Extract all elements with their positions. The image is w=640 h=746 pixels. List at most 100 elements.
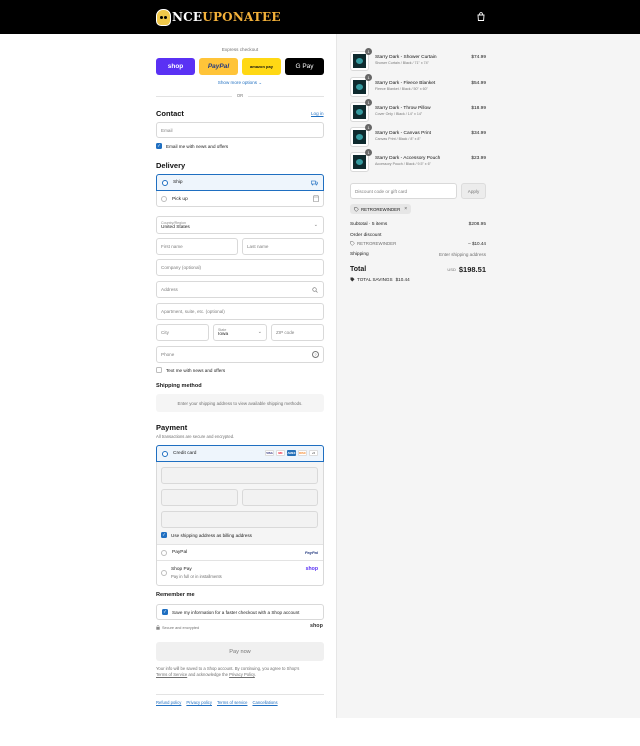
radio-selected-icon[interactable] — [162, 450, 168, 457]
country-select[interactable]: Country/Region United States ⌄ — [156, 216, 324, 234]
truck-icon — [311, 180, 318, 186]
quantity-badge: 1 — [365, 99, 372, 106]
product-title: Starry Dark - Accessory Pouch — [375, 156, 441, 161]
refund-policy-link[interactable]: Refund policy — [156, 700, 181, 705]
shop-logo: shop — [305, 566, 318, 572]
last-name-field[interactable]: Last name — [242, 238, 324, 255]
checkbox-checked-icon[interactable]: ✓ — [156, 143, 162, 149]
product-price: $23.99 — [471, 156, 486, 161]
quantity-badge: 1 — [365, 48, 372, 55]
payment-subtitle: All transactions are secure and encrypte… — [156, 434, 235, 439]
product-price: $18.99 — [471, 106, 486, 111]
line-item: 1 Starry Dark - Shower Curtain Shower Cu… — [350, 48, 486, 73]
terms-of-service-link[interactable]: Terms of Service — [156, 672, 187, 677]
line-item: 1 Starry Dark - Accessory Pouch Accessor… — [350, 149, 486, 174]
google-pay-button[interactable]: G Pay — [285, 58, 324, 75]
email-news-checkbox-row[interactable]: ✓ Email me with news and offers — [156, 143, 228, 149]
shop-pay-button[interactable]: shop — [156, 58, 195, 75]
product-variant: Accessory Pouch / Black / 9.5" x 6" — [375, 162, 431, 166]
ship-option[interactable]: Ship — [156, 174, 324, 191]
apply-button[interactable]: Apply — [461, 183, 486, 199]
product-variant: Fleece Blanket / Black / 50" x 60" — [375, 87, 428, 91]
lock-icon — [156, 625, 160, 630]
shipping-label: Shipping — [350, 252, 369, 257]
amazon-pay-button[interactable]: amazon pay — [242, 58, 281, 75]
discount-code-field[interactable]: Discount code or gift card — [350, 183, 457, 199]
total-savings: TOTAL SAVINGS $10.44 — [350, 277, 410, 282]
checkbox-checked-icon[interactable]: ✓ — [162, 609, 168, 615]
quantity-badge: 1 — [365, 149, 372, 156]
tag-icon — [350, 277, 355, 282]
payment-heading: Payment — [156, 423, 188, 432]
logo-text: NCEUPONATEE — [172, 10, 281, 24]
currency-code: USD — [447, 267, 456, 272]
tag-icon — [354, 206, 359, 212]
checkbox-unchecked-icon[interactable] — [156, 367, 162, 373]
city-field[interactable]: City — [156, 324, 209, 341]
credit-card-option[interactable]: Credit card VISA MC AMEX DISC +5 — [156, 445, 324, 462]
shop-pay-option[interactable]: Shop Pay Pay in full or in installments … — [157, 560, 323, 585]
chevron-down-icon: ⌄ — [313, 222, 318, 228]
total-label: Total — [350, 266, 367, 273]
first-name-field[interactable]: First name — [156, 238, 238, 255]
billing-same-checkbox-row[interactable]: ✓ Use shipping address as billing addres… — [161, 532, 252, 538]
remove-discount-icon[interactable]: × — [404, 206, 407, 212]
radio-selected-icon[interactable] — [162, 179, 168, 186]
total-value: $198.51 — [458, 265, 486, 274]
checkbox-checked-icon[interactable]: ✓ — [161, 532, 167, 538]
paypal-option[interactable]: PayPal PayPal — [157, 544, 323, 560]
login-link[interactable]: Log in — [311, 111, 324, 116]
cancellations-link[interactable]: Cancellations — [252, 700, 277, 705]
product-variant: Canvas Print / Black / 8" x 8" — [375, 137, 421, 141]
address-field[interactable]: Address — [156, 281, 324, 298]
save-info-checkbox-row[interactable]: ✓ Save my information for a faster check… — [156, 604, 324, 620]
card-name-field[interactable] — [161, 511, 318, 528]
paypal-logo: PayPal — [304, 550, 318, 555]
express-checkout-title: Express checkout — [221, 47, 259, 52]
more-cards-badge: +5 — [309, 450, 318, 456]
store-icon — [313, 195, 319, 202]
email-field[interactable]: Email — [156, 122, 324, 138]
pay-now-button[interactable]: Pay now — [156, 642, 324, 661]
state-select[interactable]: State Iowa ⌄ — [213, 324, 267, 341]
shipping-method-heading: Shipping method — [156, 383, 202, 389]
terms-of-service-link[interactable]: Terms of service — [217, 700, 247, 705]
card-expiry-field[interactable] — [161, 489, 238, 506]
text-news-checkbox-row[interactable]: Text me with news and offers — [156, 367, 225, 373]
show-more-options-link[interactable]: Show more options ⌄ — [156, 80, 324, 86]
product-title: Starry Dark - Canvas Print — [375, 131, 431, 136]
remember-me-heading: Remember me — [156, 592, 195, 598]
amex-icon: AMEX — [287, 450, 296, 456]
radio-unselected-icon[interactable] — [161, 570, 167, 576]
card-number-field[interactable] — [161, 467, 318, 484]
product-price: $34.99 — [471, 131, 486, 136]
product-title: Starry Dark - Throw Pillow — [375, 106, 431, 111]
privacy-policy-link[interactable]: Privacy Policy — [229, 672, 255, 677]
line-item: 1 Starry Dark - Canvas Print Canvas Prin… — [350, 124, 486, 149]
radio-unselected-icon[interactable] — [161, 549, 167, 556]
subtotal-label: Subtotal · 5 items — [350, 222, 388, 227]
company-field[interactable]: Company (optional) — [156, 259, 324, 276]
paypal-button[interactable]: PayPal — [199, 58, 238, 75]
pickup-option[interactable]: Pick up — [156, 191, 324, 207]
legal-text: Your info will be saved to a Shop accoun… — [156, 666, 300, 677]
apartment-field[interactable]: Apartment, suite, etc. (optional) — [156, 303, 324, 320]
shipping-method-notice: Enter your shipping address to view avai… — [156, 394, 324, 412]
privacy-policy-link[interactable]: Privacy policy — [186, 700, 212, 705]
search-icon — [312, 287, 318, 293]
shopping-bag-icon[interactable] — [477, 12, 485, 21]
product-variant: Cover Only / Black / 14" x 14" — [375, 112, 423, 116]
delivery-heading: Delivery — [156, 161, 186, 170]
help-icon[interactable]: ? — [312, 351, 319, 358]
store-logo[interactable]: NCEUPONATEE — [156, 8, 281, 26]
phone-field[interactable]: Phone ? — [156, 346, 324, 363]
quantity-badge: 1 — [365, 74, 372, 81]
discount-value: – $10.44 — [468, 241, 486, 246]
mastercard-icon: MC — [276, 450, 285, 456]
zip-field[interactable]: ZIP code — [271, 324, 324, 341]
product-title: Starry Dark - Shower Curtain — [375, 55, 437, 60]
divider — [156, 694, 324, 695]
radio-unselected-icon[interactable] — [161, 196, 167, 202]
chevron-down-icon: ⌄ — [257, 329, 262, 335]
card-cvv-field[interactable] — [242, 489, 318, 506]
